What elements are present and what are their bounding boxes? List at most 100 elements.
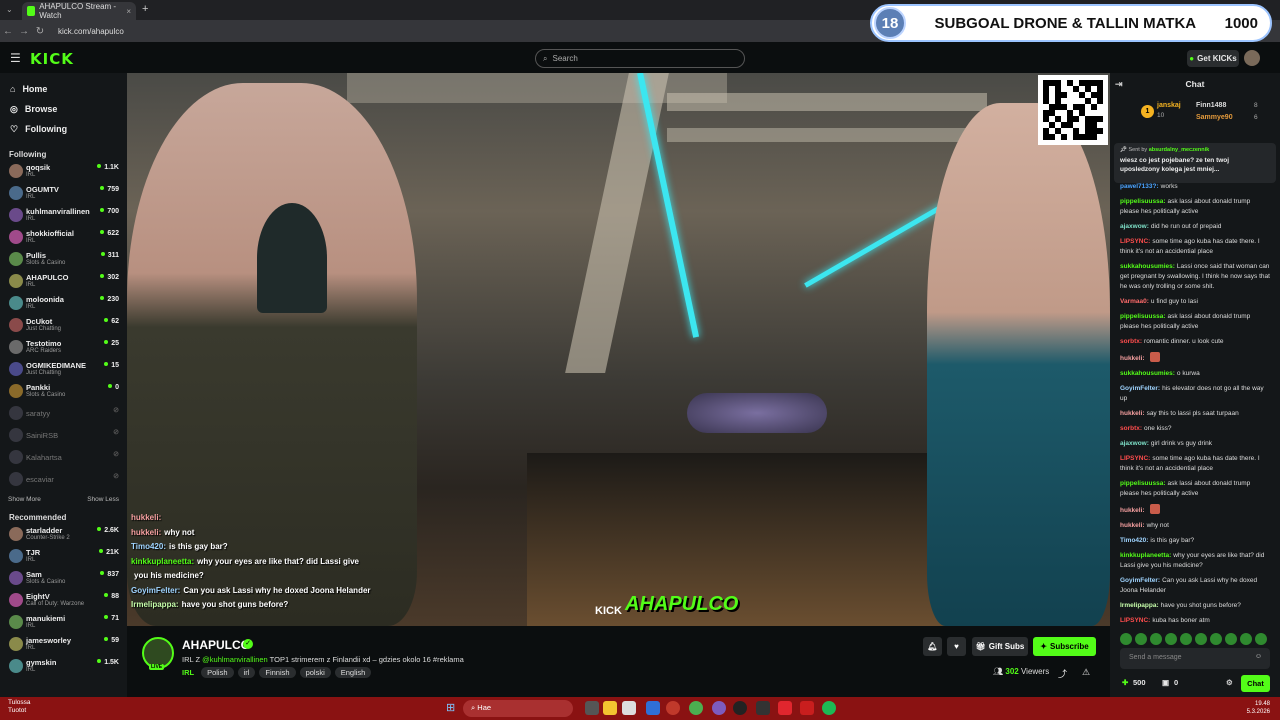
kick-logo[interactable]: KICK: [30, 50, 74, 68]
chat-username[interactable]: LIPSYNC:: [1120, 455, 1150, 462]
app-icon[interactable]: [800, 701, 814, 715]
search-input[interactable]: ⌕ Search: [535, 49, 745, 68]
chrome-icon[interactable]: [689, 701, 703, 715]
stream-tag[interactable]: irl: [237, 667, 256, 678]
chat-username[interactable]: sorbtx:: [1120, 338, 1142, 345]
channel-item[interactable]: AHAPULCO IRL 302: [0, 271, 127, 293]
opera-icon[interactable]: [666, 701, 680, 715]
stream-tag[interactable]: polski: [299, 667, 331, 678]
channel-item[interactable]: manukiemi IRL 71: [0, 612, 127, 634]
gifter-name[interactable]: Sammye90: [1196, 114, 1233, 121]
chat-message[interactable]: Irmelipappa: have you shot guns before?: [1120, 601, 1270, 611]
taskbar-search[interactable]: ⌕ Hae: [463, 700, 573, 717]
subscribe-button[interactable]: ✦ Subscribe: [1033, 637, 1096, 656]
chat-message[interactable]: pippelisuussa: ask lassi about donald tru…: [1120, 197, 1270, 217]
chat-username[interactable]: sukkahousumies:: [1120, 370, 1175, 377]
chat-input[interactable]: Send a message ☺: [1120, 648, 1270, 669]
app-icon[interactable]: [733, 701, 747, 715]
points-value[interactable]: 500: [1133, 678, 1146, 687]
emote-icon[interactable]: [1195, 633, 1207, 645]
chat-username[interactable]: ajaxwow:: [1120, 440, 1149, 447]
chat-username[interactable]: LIPSYNC:: [1120, 617, 1150, 624]
channel-item[interactable]: OGUMTV IRL 759: [0, 183, 127, 205]
forward-icon[interactable]: →: [16, 26, 32, 37]
chat-username[interactable]: Timo420:: [1120, 537, 1148, 544]
chat-username[interactable]: sukkahousumies:: [1120, 263, 1175, 270]
chat-message[interactable]: ajaxwow: did he run out of prepaid: [1120, 222, 1270, 232]
chat-message[interactable]: kinkkuplaneetta: why your eyes are like t…: [1120, 551, 1270, 571]
sidebar-item-home[interactable]: ⌂ Home: [0, 79, 127, 99]
chat-username[interactable]: GoyimFelter:: [1120, 385, 1160, 392]
sidebar-item-browse[interactable]: ◎ Browse: [0, 99, 127, 119]
stream-tag[interactable]: Finnish: [259, 667, 296, 678]
chat-message[interactable]: LIPSYNC: kuba has boner atm: [1120, 616, 1270, 626]
emote-icon[interactable]: [1150, 633, 1162, 645]
avatar[interactable]: [1244, 50, 1260, 66]
chat-message[interactable]: LIPSYNC: some time ago kuba has date ther…: [1120, 454, 1270, 474]
channel-item[interactable]: Pankki Slots & Casino 0: [0, 381, 127, 403]
file-explorer-icon[interactable]: [603, 701, 617, 715]
channel-item[interactable]: shokkiofficial IRL 622: [0, 227, 127, 249]
chat-username[interactable]: Varmaa0:: [1120, 298, 1149, 305]
emote-icon[interactable]: [1210, 633, 1222, 645]
report-icon[interactable]: ⚠: [1082, 667, 1090, 678]
chat-message[interactable]: ajaxwow: girl drink vs guy drink: [1120, 439, 1270, 449]
chat-message[interactable]: hukkeli: say this to lassi pls saat turpa…: [1120, 409, 1270, 419]
channel-item-offline[interactable]: Kalahartsa ⊘: [0, 447, 127, 469]
video-player[interactable]: hukkeli: hukkeli: why not Timo420: is this g…: [127, 73, 1110, 626]
chat-username[interactable]: hukkeli:: [1120, 355, 1145, 362]
browser-tab[interactable]: AHAPULCO Stream - Watch ×: [22, 2, 136, 20]
new-tab-icon[interactable]: +: [142, 3, 148, 15]
tab-list-icon[interactable]: ⌄: [6, 5, 13, 14]
close-tab-icon[interactable]: ×: [126, 7, 131, 16]
emote-icon[interactable]: [1225, 633, 1237, 645]
chat-message[interactable]: sukkahousumies: o kurwa: [1120, 369, 1270, 379]
hamburger-menu-icon[interactable]: ☰: [10, 51, 21, 65]
channel-item[interactable]: qoqsik IRL 1.1K: [0, 161, 127, 183]
chat-username[interactable]: pippelisuussa:: [1120, 198, 1166, 205]
chat-username[interactable]: kinkkuplaneetta:: [1120, 552, 1171, 559]
follow-button[interactable]: ♥: [947, 637, 966, 656]
channel-item[interactable]: kuhlmanvirallinen IRL 700: [0, 205, 127, 227]
sidebar-item-following[interactable]: ♡ Following: [0, 119, 127, 139]
emote-icon[interactable]: [1120, 633, 1132, 645]
chat-message[interactable]: hukkeli:: [1120, 504, 1270, 516]
stream-title-mention[interactable]: @kuhlmanvirallinen: [202, 655, 268, 664]
chat-message[interactable]: pippelisuussa: ask lassi about donald tru…: [1120, 479, 1270, 499]
url-field[interactable]: kick.com/ahapulco: [58, 27, 124, 36]
stream-category[interactable]: IRL: [182, 668, 194, 677]
chat-username[interactable]: LIPSYNC:: [1120, 238, 1150, 245]
chat-username[interactable]: GoyimFelter:: [1120, 577, 1160, 584]
channel-item[interactable]: DcUkot Just Chatting 62: [0, 315, 127, 337]
chat-username[interactable]: pippelisuussa:: [1120, 480, 1166, 487]
channel-item[interactable]: TJR IRL 21K: [0, 546, 127, 568]
chat-message[interactable]: pawel7133?: works: [1120, 182, 1270, 192]
show-more-button[interactable]: Show More: [8, 496, 41, 503]
gifter-name[interactable]: Finn1488: [1196, 102, 1226, 109]
emote-icon[interactable]: [1180, 633, 1192, 645]
collapse-chat-icon[interactable]: ⇥: [1115, 79, 1123, 90]
pinned-message[interactable]: 📌︎ Sent by absurdalny_meczennik wiesz co…: [1114, 143, 1276, 183]
mail-icon[interactable]: [646, 701, 660, 715]
chat-message[interactable]: hukkeli: why not: [1120, 521, 1270, 531]
app-icon[interactable]: [756, 701, 770, 715]
streamer-name[interactable]: AHAPULCO: [182, 638, 250, 652]
chat-username[interactable]: hukkeli:: [1120, 410, 1145, 417]
channel-item[interactable]: OGMIKEDIMANE Just Chatting 15: [0, 359, 127, 381]
chat-username[interactable]: ajaxwow:: [1120, 223, 1149, 230]
gifter-name[interactable]: janskaj: [1157, 102, 1181, 109]
channel-item[interactable]: starladder Counter-Strike 2 2.6K: [0, 524, 127, 546]
gift-subs-button[interactable]: 🎁︎ Gift Subs: [972, 637, 1028, 656]
emote-icon[interactable]: [1255, 633, 1267, 645]
chat-message[interactable]: GoyimFelter: Can you ask Lassi why he dox…: [1120, 576, 1270, 596]
channel-item-offline[interactable]: SainiRSB ⊘: [0, 425, 127, 447]
chat-message[interactable]: sukkahousumies: Lassi once said that woma…: [1120, 262, 1270, 292]
settings-gear-icon[interactable]: ⚙: [1226, 678, 1233, 687]
weather-widget[interactable]: Tulossa Tuotot: [8, 699, 31, 715]
channel-item-offline[interactable]: saratyy ⊘: [0, 403, 127, 425]
reload-icon[interactable]: ↻: [32, 26, 48, 37]
chat-username[interactable]: pippelisuussa:: [1120, 313, 1166, 320]
stream-tag[interactable]: Polish: [201, 667, 234, 678]
show-less-button[interactable]: Show Less: [87, 496, 119, 503]
channel-item-offline[interactable]: escaviar ⊘: [0, 469, 127, 491]
